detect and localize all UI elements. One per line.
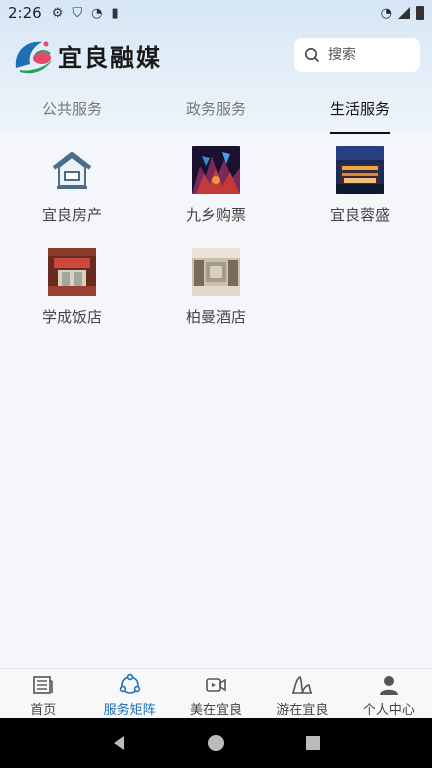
mountain-icon <box>292 675 313 694</box>
tab-government-services[interactable]: 政务服务 <box>144 92 288 134</box>
tab-public-services[interactable]: 公共服务 <box>0 92 144 134</box>
search-icon <box>305 48 320 63</box>
settings-icon: ⚙ <box>51 5 64 21</box>
status-bar: 2:26 ⚙ ⛉ ◔ ▮ ◔ <box>0 0 432 26</box>
video-icon <box>206 678 226 692</box>
service-label: 学成饭店 <box>41 308 102 326</box>
search-input[interactable] <box>328 47 408 63</box>
nav-travel-yiliang[interactable]: 游在宜良 <box>259 669 345 718</box>
hotel-lobby-photo <box>192 248 240 296</box>
content-area: 宜良房产 九乡购票 宜良蓉盛 学成饭店 柏曼酒店 <box>0 134 432 668</box>
bottom-nav: 首页 服务矩阵 美在宜良 游在宜良 个人中心 <box>0 668 432 718</box>
wifi-signal-icon: ◔ <box>380 5 392 21</box>
building-night-photo <box>336 146 384 194</box>
service-item-yiliang-rongsheng[interactable]: 宜良蓉盛 <box>288 146 432 248</box>
nav-label: 首页 <box>30 703 57 718</box>
search-box[interactable] <box>294 38 420 72</box>
nav-beautiful-yiliang[interactable]: 美在宜良 <box>173 669 259 718</box>
nav-label: 个人中心 <box>362 703 415 718</box>
android-nav-bar <box>0 718 432 768</box>
service-item-baiman-hotel[interactable]: 柏曼酒店 <box>144 248 288 350</box>
battery-icon <box>416 6 424 20</box>
matrix-icon <box>119 673 140 694</box>
cell-signal-icon <box>398 7 410 19</box>
house-icon <box>52 152 92 189</box>
service-grid: 宜良房产 九乡购票 宜良蓉盛 学成饭店 柏曼酒店 <box>0 134 432 350</box>
service-item-jiuxiang-tickets[interactable]: 九乡购票 <box>144 146 288 248</box>
nav-label: 游在宜良 <box>276 703 329 718</box>
person-icon <box>379 676 398 695</box>
service-label: 九乡购票 <box>185 206 246 224</box>
cave-photo <box>192 146 240 194</box>
back-icon[interactable] <box>109 733 129 753</box>
status-time: 2:26 <box>8 4 42 22</box>
newspaper-icon <box>33 676 54 694</box>
restaurant-photo <box>48 248 96 296</box>
service-item-xuecheng-restaurant[interactable]: 学成饭店 <box>0 248 144 350</box>
nav-service-matrix[interactable]: 服务矩阵 <box>86 669 172 718</box>
nav-home[interactable]: 首页 <box>0 669 86 718</box>
tab-life-services[interactable]: 生活服务 <box>288 92 432 134</box>
service-label: 宜良蓉盛 <box>329 206 390 224</box>
service-label: 宜良房产 <box>41 206 102 224</box>
nav-personal-center[interactable]: 个人中心 <box>346 669 432 718</box>
tab-bar: 公共服务 政务服务 生活服务 <box>0 92 432 134</box>
nav-label: 美在宜良 <box>190 703 243 718</box>
sdcard-icon: ▮ <box>111 5 119 21</box>
home-icon[interactable] <box>206 733 226 753</box>
header: 宜良融媒 <box>0 34 432 78</box>
wifi-icon: ◔ <box>91 5 103 21</box>
recents-icon[interactable] <box>303 733 323 753</box>
app-name: 宜良融媒 <box>58 43 162 72</box>
service-item-yiliang-realestate[interactable]: 宜良房产 <box>0 146 144 248</box>
service-label: 柏曼酒店 <box>185 308 246 326</box>
nav-label: 服务矩阵 <box>103 703 156 718</box>
shield-icon: ⛉ <box>72 5 83 21</box>
